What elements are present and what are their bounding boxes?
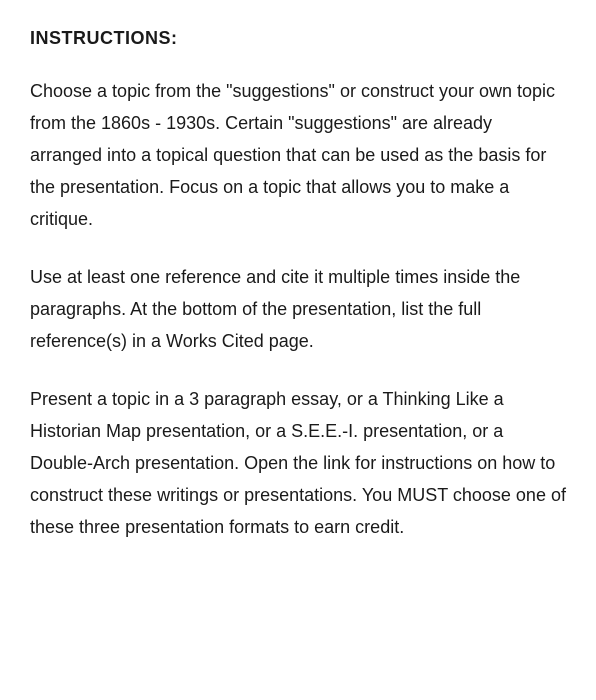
instructions-paragraph: Use at least one reference and cite it m… [30, 261, 566, 357]
instructions-paragraph: Present a topic in a 3 paragraph essay, … [30, 383, 566, 543]
instructions-heading: INSTRUCTIONS: [30, 28, 566, 49]
instructions-paragraph: Choose a topic from the "suggestions" or… [30, 75, 566, 235]
